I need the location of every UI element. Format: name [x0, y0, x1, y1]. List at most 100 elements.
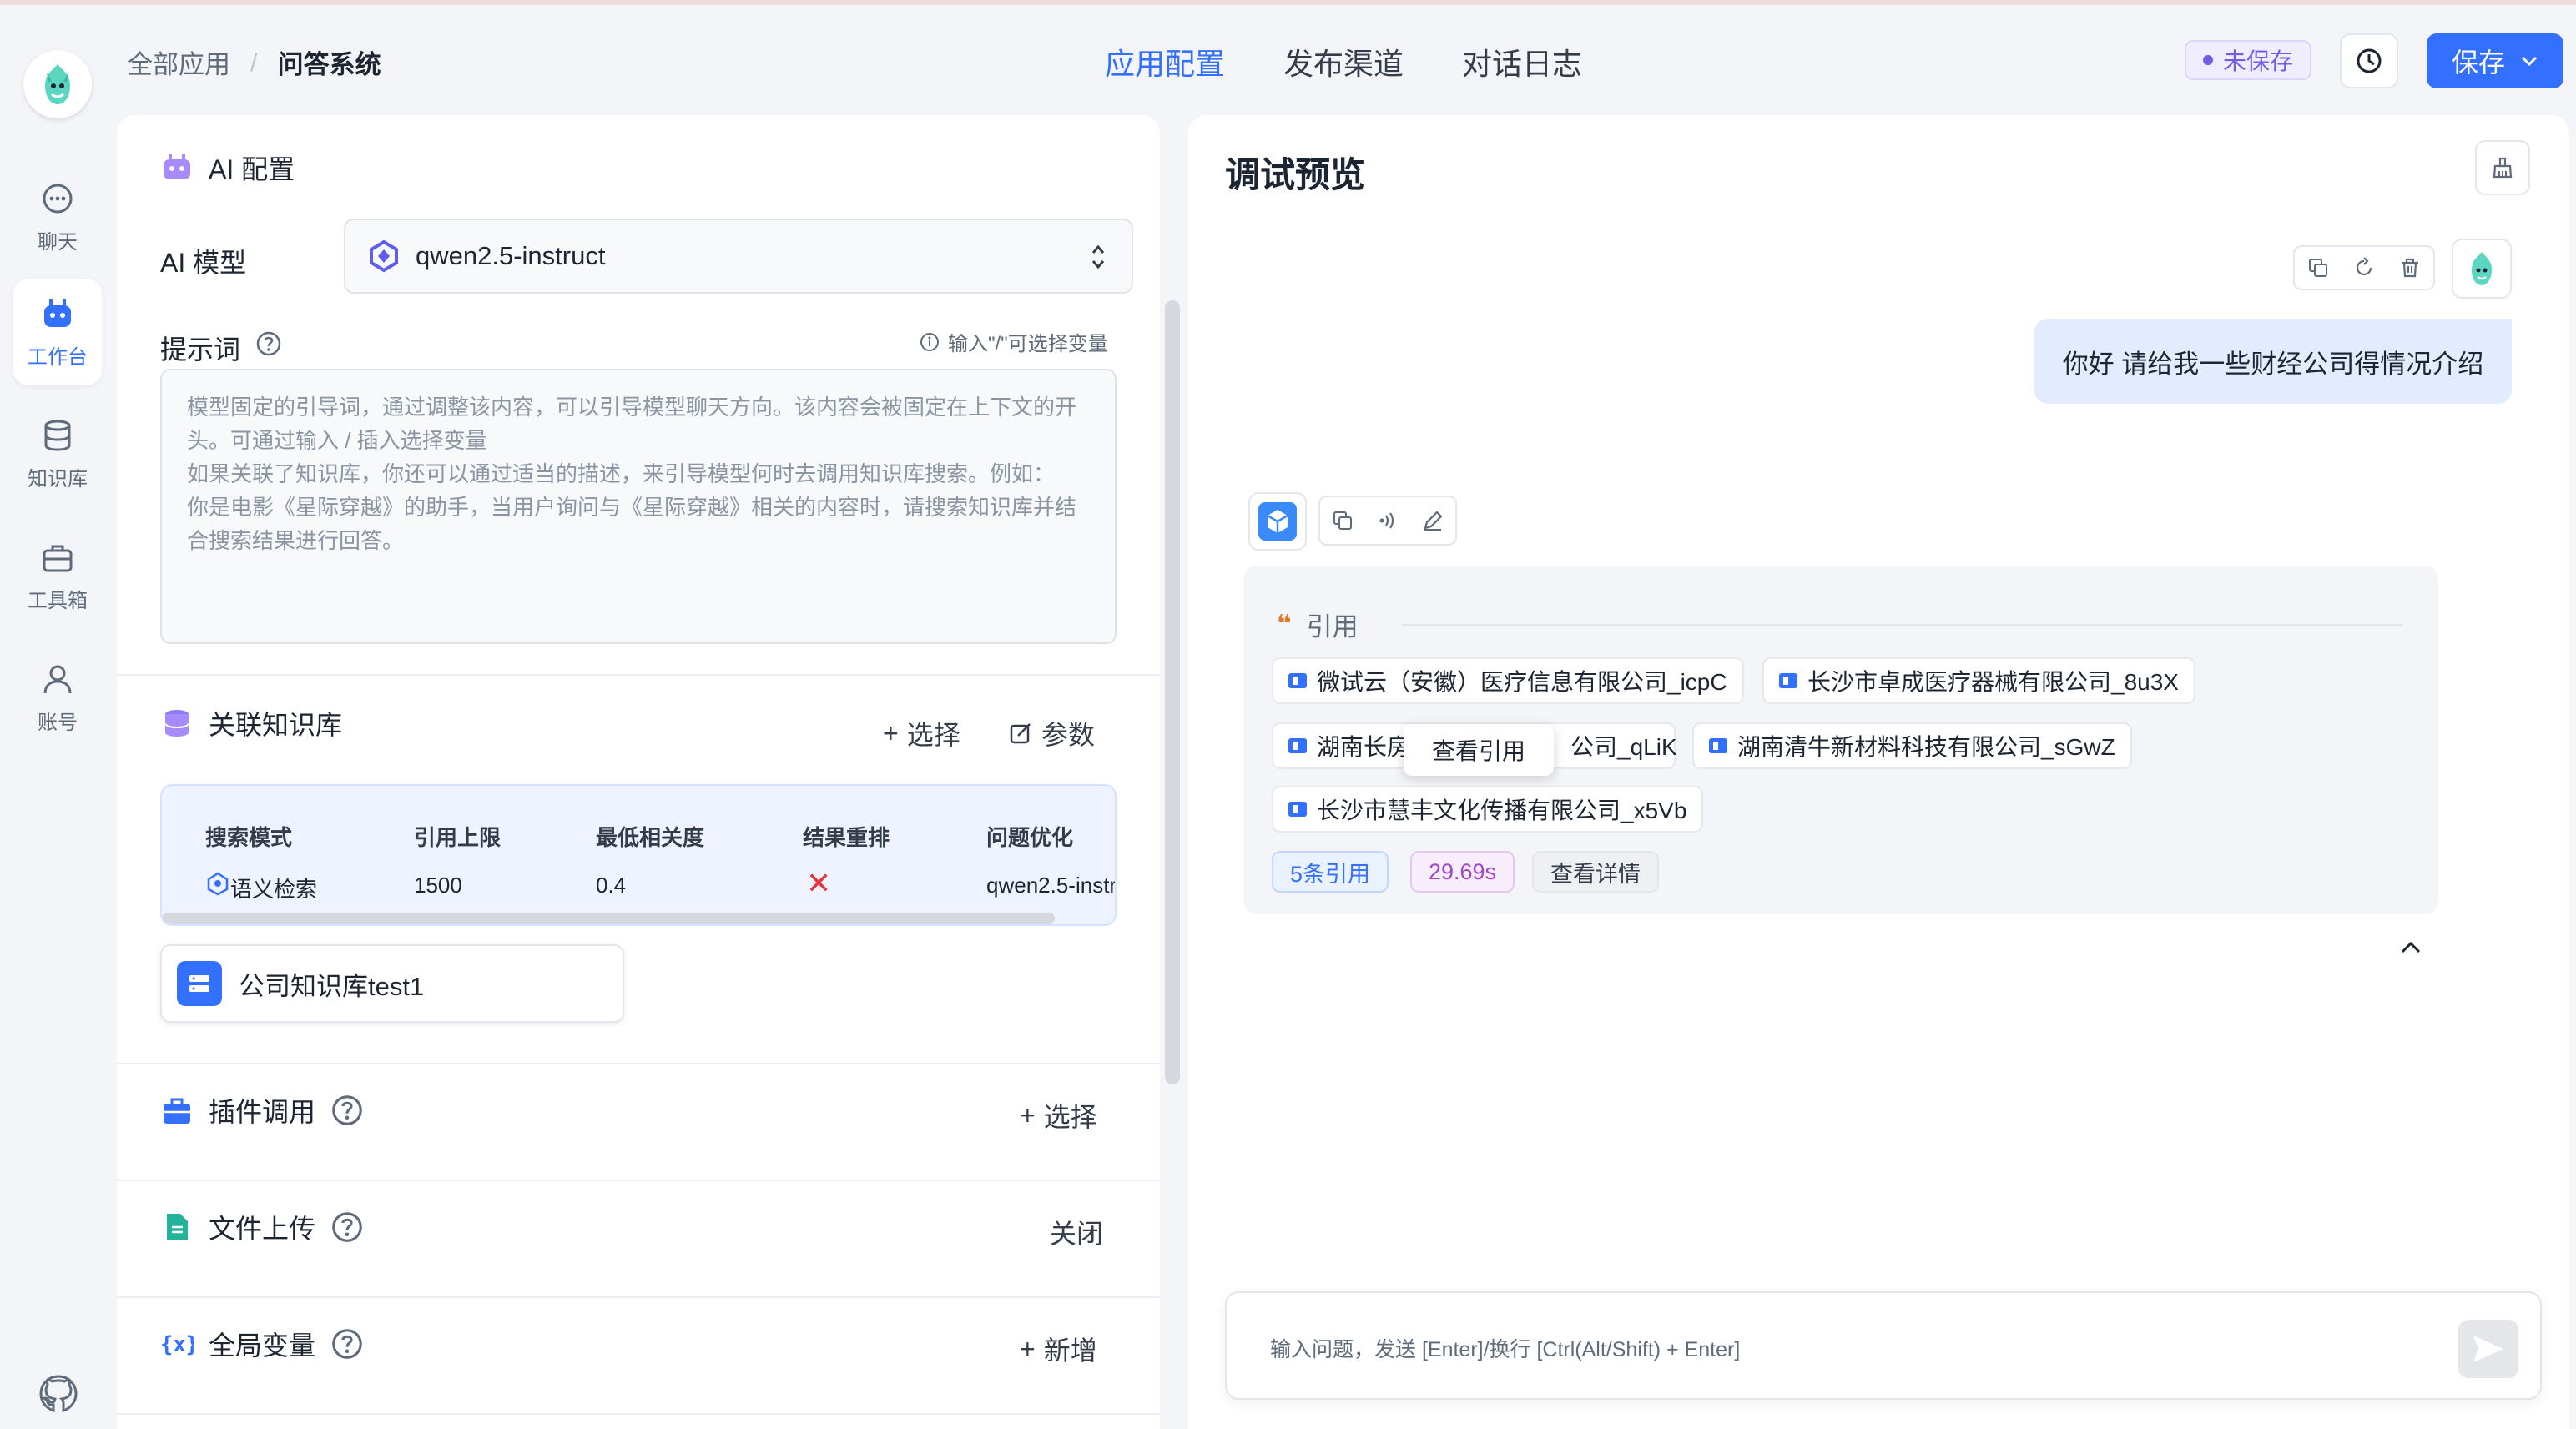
- delete-icon[interactable]: [2398, 256, 2422, 279]
- prompt-hint-text: 输入"/"可选择变量: [948, 333, 1108, 355]
- sidebar-item-label: 工作台: [28, 345, 88, 369]
- reference-chip[interactable]: 长沙市慧丰文化传播有限公司_x5Vb: [1272, 786, 1704, 833]
- section-divider: [117, 1296, 1160, 1298]
- table-header: 搜索模式: [205, 825, 293, 850]
- app-logo[interactable]: [23, 50, 92, 118]
- retry-icon[interactable]: [2352, 256, 2376, 279]
- help-icon[interactable]: [255, 330, 282, 357]
- section-divider: [117, 674, 1160, 676]
- knowledge-params-label: 参数: [1041, 720, 1096, 750]
- table-cell-min-relevance: 0.4: [596, 873, 627, 898]
- user-message: 你好 请给我一些财经公司得情况介绍: [2034, 319, 2512, 404]
- model-select[interactable]: qwen2.5-instruct: [344, 219, 1133, 294]
- reference-name: 湖南清牛新材料科技有限公司_sGwZ: [1737, 734, 2115, 760]
- file-upload-status[interactable]: 关闭: [1050, 1213, 1103, 1251]
- file-icon: [1288, 738, 1307, 753]
- reference-count-badge[interactable]: 5条引用: [1272, 851, 1389, 893]
- table-header: 引用上限: [414, 825, 502, 850]
- sidebar-item-toolbox[interactable]: 工具箱: [13, 522, 102, 629]
- file-icon: [1288, 673, 1307, 688]
- github-icon[interactable]: [37, 1372, 80, 1416]
- plugins-header: 插件调用: [160, 1091, 364, 1130]
- sidebar-item-chat[interactable]: 聊天: [13, 164, 102, 270]
- send-button[interactable]: [2458, 1320, 2518, 1378]
- reference-name: 长沙市卓成医疗器械有限公司_8u3X: [1807, 669, 2179, 695]
- section-divider: [117, 1063, 1160, 1064]
- svg-text:{x}: {x}: [160, 1332, 194, 1357]
- bot-message-tools: [1318, 496, 1457, 546]
- help-icon[interactable]: [330, 1210, 364, 1244]
- status-badge: 未保存: [2185, 40, 2312, 80]
- table-cell-limit: 1500: [414, 873, 462, 898]
- history-button[interactable]: [2340, 33, 2398, 88]
- add-variable-label: 新增: [1043, 1336, 1097, 1366]
- model-select-value: qwen2.5-instruct: [416, 241, 606, 270]
- save-button-label: 保存: [2451, 48, 2505, 78]
- table-scrollbar[interactable]: [162, 913, 1055, 924]
- sidebar-item-account[interactable]: 账号: [13, 644, 102, 751]
- file-icon: [1779, 673, 1797, 688]
- view-detail-button[interactable]: 查看详情: [1532, 851, 1659, 893]
- chevron-down-icon: [2521, 56, 2538, 67]
- ai-config-header: AI 配置: [160, 148, 295, 187]
- reference-chip[interactable]: 湖南清牛新材料科技有限公司_sGwZ: [1692, 722, 2132, 769]
- reference-name: 公司_qLiK: [1570, 734, 1677, 760]
- quote-icon: ❝: [1277, 611, 1292, 638]
- select-updown-icon: [1091, 244, 1105, 269]
- sidebar-item-workbench[interactable]: 工作台: [13, 279, 102, 385]
- status-dot: [2203, 55, 2213, 65]
- variable-icon: {x}: [160, 1332, 194, 1357]
- sidebar-item-label: 账号: [38, 711, 78, 734]
- knowledge-params-button[interactable]: 参数: [1008, 714, 1095, 752]
- save-button[interactable]: 保存: [2427, 33, 2563, 88]
- plus-icon: +: [883, 717, 899, 748]
- model-label: AI 模型: [160, 248, 247, 278]
- file-icon: [167, 1214, 188, 1240]
- help-icon[interactable]: [330, 1327, 364, 1361]
- config-panel: AI 配置 AI 模型 qwen2.5-instruct 提示词 输入"/"可选…: [117, 115, 1160, 1429]
- prompt-textarea[interactable]: 模型固定的引导词，通过调整该内容，可以引导模型聊天方向。该内容会被固定在上下文的…: [160, 369, 1117, 644]
- reference-chip[interactable]: 微试云（安徽）医疗信息有限公司_icpC: [1272, 657, 1744, 704]
- chat-input[interactable]: 输入问题，发送 [Enter]/换行 [Ctrl(Alt/Shift) + En…: [1225, 1291, 2542, 1400]
- toolbox-icon: [164, 1098, 190, 1124]
- pencil-icon[interactable]: [1421, 509, 1444, 532]
- help-icon[interactable]: [330, 1094, 364, 1127]
- tab-app-config[interactable]: 应用配置: [1105, 40, 1225, 83]
- sidebar-item-label: 知识库: [28, 467, 88, 491]
- knowledge-title: 关联知识库: [209, 710, 343, 740]
- select-plugin-button[interactable]: + 选择: [1020, 1096, 1097, 1135]
- preview-title: 调试预览: [1225, 155, 1366, 194]
- bot-avatar: [1248, 492, 1307, 551]
- table-cell-query-optimize: qwen2.5-instruct: [986, 873, 1117, 898]
- add-variable-button[interactable]: + 新增: [1020, 1330, 1097, 1368]
- sidebar-item-knowledge[interactable]: 知识库: [13, 400, 102, 507]
- table-header: 最低相关度: [596, 825, 705, 850]
- reference-chip[interactable]: 长沙市卓成医疗器械有限公司_8u3X: [1762, 657, 2195, 704]
- table-cell-search-mode: 语义检索: [230, 877, 318, 902]
- speaker-icon[interactable]: [1376, 509, 1399, 532]
- tab-publish-channel[interactable]: 发布渠道: [1283, 40, 1404, 83]
- select-knowledge-label: 选择: [906, 720, 960, 750]
- chevron-up-icon[interactable]: [2398, 939, 2423, 956]
- reference-name: 湖南长房: [1317, 734, 1411, 760]
- plus-icon: +: [1020, 1099, 1036, 1130]
- select-knowledge-button[interactable]: + 选择: [883, 714, 960, 752]
- copy-icon[interactable]: [1331, 509, 1354, 532]
- clock-icon: [2357, 48, 2382, 73]
- section-divider: [117, 1180, 1160, 1181]
- variables-title: 全局变量: [209, 1331, 316, 1361]
- breadcrumb-root[interactable]: 全部应用: [127, 43, 230, 81]
- preview-panel: 调试预览 你好 请给我一些财经公司得情况介绍 ❝ 引用 微试云（安徽）医疗信息有…: [1188, 115, 2569, 1429]
- copy-icon[interactable]: [2306, 256, 2330, 279]
- knowledge-dataset-card[interactable]: 公司知识库test1: [160, 944, 624, 1023]
- config-scrollbar[interactable]: [1165, 300, 1180, 1084]
- sidebar-item-label: 工具箱: [28, 589, 88, 612]
- database-icon: [44, 420, 71, 451]
- file-upload-header: 文件上传: [160, 1208, 364, 1246]
- quote-divider: [1402, 624, 2403, 626]
- header-tabs: 应用配置 发布渠道 对话日志: [1105, 40, 1582, 83]
- reference-name: 长沙市慧丰文化传播有限公司_x5Vb: [1317, 798, 1687, 823]
- tab-chat-logs[interactable]: 对话日志: [1462, 40, 1582, 83]
- clear-chat-button[interactable]: [2475, 140, 2530, 195]
- status-badge-label: 未保存: [2223, 48, 2294, 74]
